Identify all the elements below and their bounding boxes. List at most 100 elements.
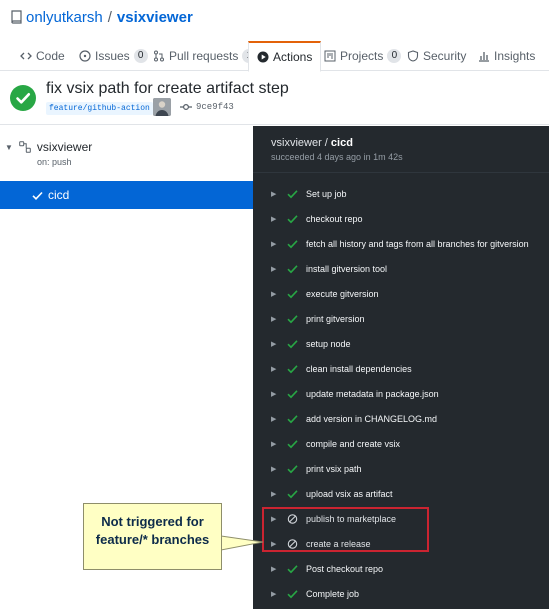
repo-icon: [11, 10, 22, 24]
step-label: clean install dependencies: [306, 363, 412, 374]
step-label: print gitversion: [306, 313, 365, 324]
step-row[interactable]: ▶ Set up job: [253, 181, 549, 206]
step-label: setup node: [306, 338, 351, 349]
repo-nav-tabs: Code Issues 0 Pull requests 1 Actions Pr…: [0, 41, 549, 72]
check-icon: [287, 489, 298, 498]
step-label: compile and create vsix: [306, 438, 401, 449]
skipped-steps-highlight: [262, 507, 429, 552]
check-icon: [287, 339, 298, 348]
callout-line-1: Not triggered for: [101, 514, 204, 529]
commit-sha[interactable]: 9ce9f43: [180, 102, 234, 112]
step-row[interactable]: ▶ checkout repo: [253, 206, 549, 231]
check-icon: [287, 214, 298, 223]
tab-pull-requests[interactable]: Pull requests 1: [151, 41, 258, 71]
tab-projects[interactable]: Projects 0: [322, 41, 403, 71]
check-icon: [287, 589, 298, 598]
repo-separator: /: [107, 8, 112, 26]
step-label: upload vsix as artifact: [306, 488, 393, 499]
shield-icon: [407, 50, 419, 62]
tab-code[interactable]: Code: [18, 41, 67, 71]
code-icon: [20, 52, 32, 60]
step-row[interactable]: ▶ Complete job: [253, 581, 549, 606]
step-label: update metadata in package.json: [306, 388, 439, 399]
step-label: print vsix path: [306, 463, 362, 474]
caret-right-icon[interactable]: ▶: [271, 590, 276, 598]
check-icon: [287, 189, 298, 198]
check-icon: [32, 191, 43, 200]
step-label: Complete job: [306, 588, 360, 599]
step-row[interactable]: ▶ compile and create vsix: [253, 431, 549, 456]
step-row[interactable]: ▶ Post checkout repo: [253, 556, 549, 581]
check-icon: [287, 364, 298, 373]
workflow-name: vsixviewer: [36, 140, 93, 154]
check-icon: [287, 264, 298, 273]
repo-name-link[interactable]: vsixviewer: [117, 9, 193, 26]
job-item-cicd[interactable]: cicd: [0, 181, 253, 209]
check-icon: [287, 289, 298, 298]
caret-right-icon[interactable]: ▶: [271, 365, 276, 373]
git-commit-icon: [180, 103, 192, 111]
caret-right-icon[interactable]: ▶: [271, 215, 276, 223]
caret-right-icon[interactable]: ▶: [271, 440, 276, 448]
tab-issues[interactable]: Issues 0: [77, 41, 150, 71]
tab-label: Projects: [340, 49, 384, 63]
step-row[interactable]: ▶ clean install dependencies: [253, 356, 549, 381]
step-label: install gitversion tool: [306, 263, 388, 274]
step-label: fetch all history and tags from all bran…: [306, 238, 529, 249]
tab-label: Actions: [273, 50, 313, 64]
tab-label: Code: [36, 49, 65, 63]
workflow-trigger: on: push: [37, 157, 72, 167]
callout-text: Not triggered for feature/* branches: [83, 513, 222, 549]
log-divider: [253, 172, 549, 173]
step-row[interactable]: ▶ upload vsix as artifact: [253, 481, 549, 506]
workflow-icon: [19, 141, 31, 153]
caret-right-icon[interactable]: ▶: [271, 240, 276, 248]
step-label: Set up job: [306, 188, 347, 199]
check-icon: [287, 239, 298, 248]
job-name: cicd: [48, 188, 70, 202]
caret-right-icon[interactable]: ▶: [271, 340, 276, 348]
caret-right-icon[interactable]: ▶: [271, 315, 276, 323]
caret-right-icon[interactable]: ▶: [271, 290, 276, 298]
play-icon: [257, 51, 269, 63]
step-row[interactable]: ▶ install gitversion tool: [253, 256, 549, 281]
callout-pointer: [221, 535, 264, 551]
tab-label: Issues: [95, 49, 130, 63]
step-row[interactable]: ▶ fetch all history and tags from all bra…: [253, 231, 549, 256]
repo-breadcrumb: onlyutkarsh / vsixviewer: [10, 7, 193, 27]
tab-actions[interactable]: Actions: [248, 41, 322, 72]
log-workflow-name: vsixviewer: [271, 137, 322, 149]
caret-right-icon[interactable]: ▶: [271, 490, 276, 498]
avatar[interactable]: [153, 98, 171, 116]
tab-label: Security: [423, 49, 467, 63]
tab-security[interactable]: Security: [405, 41, 468, 71]
tab-insights[interactable]: Insights: [476, 41, 537, 71]
step-row[interactable]: ▶ add version in CHANGELOG.md: [253, 406, 549, 431]
tab-count: 0: [133, 49, 148, 63]
project-icon: [324, 50, 336, 62]
pull-request-icon: [154, 50, 164, 62]
workflow-item[interactable]: ▼ vsixviewer: [5, 140, 92, 154]
commit-title: fix vsix path for create artifact step: [46, 80, 289, 97]
repo-owner-link[interactable]: onlyutkarsh: [26, 9, 103, 26]
commit-sha-text: 9ce9f43: [196, 102, 234, 112]
graph-icon: [479, 52, 489, 62]
step-row[interactable]: ▶ print vsix path: [253, 456, 549, 481]
caret-right-icon[interactable]: ▶: [271, 190, 276, 198]
tab-label: Pull requests: [169, 49, 239, 63]
check-icon: [287, 314, 298, 323]
step-row[interactable]: ▶ update metadata in package.json: [253, 381, 549, 406]
step-row[interactable]: ▶ execute gitversion: [253, 281, 549, 306]
branch-badge[interactable]: feature/github-action: [46, 102, 153, 115]
issue-icon: [79, 50, 91, 62]
step-row[interactable]: ▶ print gitversion: [253, 306, 549, 331]
step-label: add version in CHANGELOG.md: [306, 413, 438, 424]
caret-right-icon[interactable]: ▶: [271, 465, 276, 473]
caret-down-icon[interactable]: ▼: [5, 143, 13, 152]
caret-right-icon[interactable]: ▶: [271, 390, 276, 398]
caret-right-icon[interactable]: ▶: [271, 565, 276, 573]
caret-right-icon[interactable]: ▶: [271, 415, 276, 423]
step-row[interactable]: ▶ setup node: [253, 331, 549, 356]
caret-right-icon[interactable]: ▶: [271, 265, 276, 273]
check-icon: [287, 439, 298, 448]
